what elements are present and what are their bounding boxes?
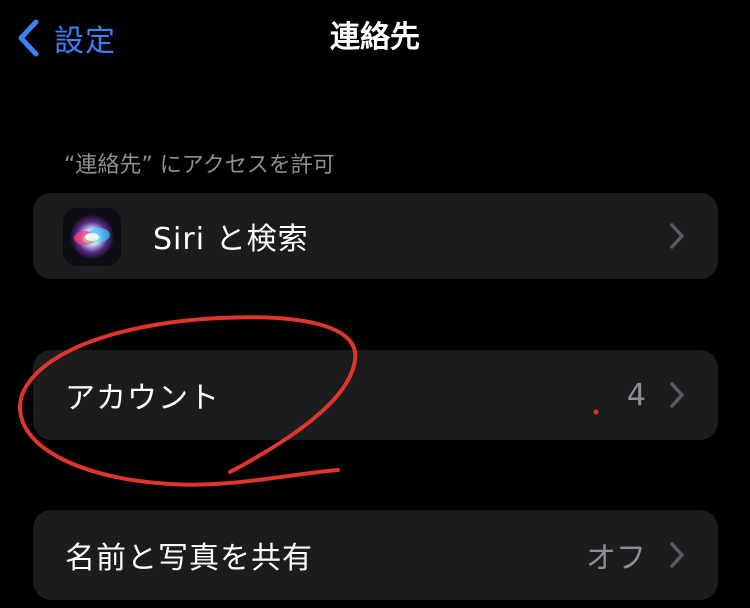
chevron-right-icon <box>668 221 686 251</box>
siri-icon <box>63 208 121 266</box>
row-label: 名前と写真を共有 <box>65 541 313 576</box>
row-value: 4 <box>626 377 646 413</box>
row-share-name-photo[interactable]: 名前と写真を共有 オフ <box>33 510 718 600</box>
chevron-right-icon <box>668 380 686 410</box>
settings-group-siri: Siri と検索 <box>33 193 718 279</box>
row-value: オフ <box>586 541 646 576</box>
row-label: アカウント <box>65 381 220 416</box>
row-label: Siri と検索 <box>153 222 309 257</box>
navigation-bar: 設定 連絡先 <box>0 0 750 80</box>
section-header: “連絡先” にアクセスを許可 <box>64 153 335 178</box>
page-title: 連絡先 <box>330 20 420 55</box>
chevron-right-icon <box>668 540 686 570</box>
row-accounts[interactable]: アカウント 4 <box>33 350 718 440</box>
settings-group-accounts: アカウント 4 <box>33 350 718 440</box>
row-siri-search[interactable]: Siri と検索 <box>33 193 718 279</box>
settings-group-share: 名前と写真を共有 オフ <box>33 510 718 600</box>
